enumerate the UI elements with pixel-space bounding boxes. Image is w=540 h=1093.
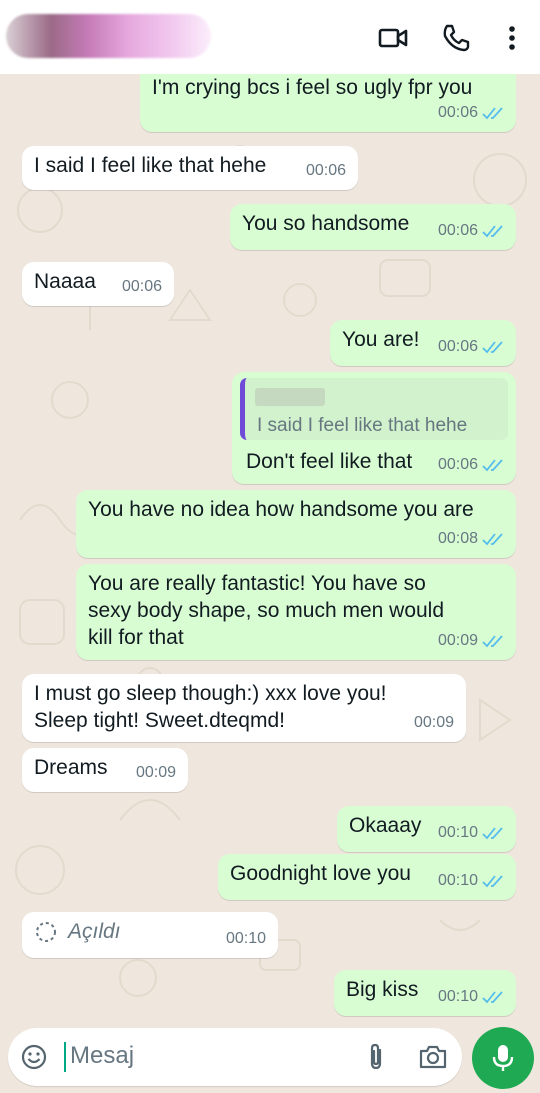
message-meta: 00:09 — [136, 759, 176, 786]
message-meta: 00:10 — [438, 983, 504, 1010]
quoted-author-redacted — [255, 388, 325, 406]
message-text: I said I feel like that hehe — [34, 154, 267, 177]
message-bubble[interactable]: Big kiss 00:10 — [334, 970, 516, 1016]
message-bubble[interactable]: Naaaa 00:06 — [22, 262, 174, 306]
message-meta: 00:09 — [414, 709, 454, 736]
message-text: Don't feel like that — [246, 450, 413, 473]
message-time: 00:09 — [135, 764, 176, 781]
message-time: 00:06 — [437, 104, 478, 121]
paperclip-icon[interactable] — [364, 1042, 388, 1072]
message-time: 00:06 — [437, 338, 478, 355]
message-text: I'm crying bcs i feel so ugly fpr you — [152, 76, 473, 99]
view-once-bubble[interactable]: Açıldı 00:10 — [22, 912, 278, 958]
message-time: 00:09 — [437, 632, 478, 649]
view-once-opened-icon — [36, 921, 56, 942]
read-ticks-icon — [482, 990, 503, 1003]
message-list[interactable]: I'm crying bcs i feel so ugly fpr you 00… — [0, 74, 540, 1020]
message-text-line: I must go sleep though:) xxx love you! — [34, 682, 387, 705]
chat-header — [0, 0, 540, 74]
message-meta: 00:08 — [438, 525, 504, 552]
message-time: 00:10 — [225, 930, 266, 947]
quoted-message[interactable]: I said I feel like that hehe — [240, 378, 508, 440]
text-caret — [64, 1042, 66, 1072]
message-composer[interactable]: Mesaj — [8, 1028, 462, 1086]
view-once-label: Açıldı — [68, 920, 121, 943]
message-bubble[interactable]: I said I feel like that hehe 00:06 — [22, 146, 358, 190]
message-input[interactable]: Mesaj — [70, 1042, 134, 1070]
read-ticks-icon — [482, 106, 503, 119]
voice-record-button[interactable] — [472, 1027, 534, 1089]
message-meta: 00:10 — [438, 867, 504, 894]
message-bubble[interactable]: You are! 00:06 — [330, 320, 516, 366]
message-time: 00:06 — [437, 456, 478, 473]
read-ticks-icon — [482, 458, 503, 471]
read-ticks-icon — [482, 532, 503, 545]
contact-info-redacted[interactable] — [6, 14, 211, 58]
message-text-line: Sleep tight! Sweet.dteqmd! — [34, 709, 285, 732]
video-camera-icon[interactable] — [377, 22, 409, 54]
microphone-icon — [492, 1045, 514, 1071]
message-meta: 00:10 — [226, 925, 266, 952]
message-meta: 00:06 — [122, 273, 162, 300]
message-time: 00:10 — [437, 988, 478, 1005]
message-time: 00:08 — [437, 530, 478, 547]
quoted-text: I said I feel like that hehe — [257, 415, 468, 436]
message-time: 00:06 — [437, 222, 478, 239]
message-meta: 00:06 — [438, 217, 504, 244]
message-meta: 00:10 — [438, 819, 504, 846]
message-text-line: sexy body shape, so much men would — [88, 599, 445, 622]
read-ticks-icon — [482, 826, 503, 839]
message-meta: 00:06 — [438, 451, 504, 478]
message-bubble[interactable]: Goodnight love you 00:10 — [218, 854, 516, 900]
message-time: 00:06 — [121, 278, 162, 295]
message-bubble[interactable]: You have no idea how handsome you are 00… — [76, 490, 516, 558]
message-time: 00:10 — [437, 872, 478, 889]
reply-message-bubble[interactable]: I said I feel like that hehe Don't feel … — [232, 372, 516, 484]
message-bubble[interactable]: Okaaay 00:10 — [337, 806, 516, 852]
read-ticks-icon — [482, 874, 503, 887]
message-time: 00:09 — [413, 714, 454, 731]
more-vertical-icon[interactable] — [496, 22, 528, 54]
message-time: 00:06 — [305, 162, 346, 179]
message-meta: 00:06 — [438, 333, 504, 360]
read-ticks-icon — [482, 340, 503, 353]
message-bubble[interactable]: Dreams 00:09 — [22, 748, 188, 792]
message-bubble[interactable]: You are really fantastic! You have so se… — [76, 564, 516, 660]
read-ticks-icon — [482, 224, 503, 237]
message-bubble[interactable]: I must go sleep though:) xxx love you! S… — [22, 674, 466, 742]
message-bubble[interactable]: I'm crying bcs i feel so ugly fpr you 00… — [140, 74, 516, 132]
message-meta: 00:09 — [438, 627, 504, 654]
camera-icon[interactable] — [418, 1043, 448, 1071]
read-ticks-icon — [482, 634, 503, 647]
emoji-icon[interactable] — [20, 1043, 48, 1071]
message-time: 00:10 — [437, 824, 478, 841]
message-text: You have no idea how handsome you are — [88, 498, 474, 521]
phone-icon[interactable] — [440, 22, 472, 54]
message-meta: 00:06 — [306, 157, 346, 184]
message-meta: 00:06 — [438, 99, 504, 126]
message-text-line: You are really fantastic! You have so — [88, 572, 426, 595]
message-bubble[interactable]: You so handsome 00:06 — [230, 204, 516, 250]
